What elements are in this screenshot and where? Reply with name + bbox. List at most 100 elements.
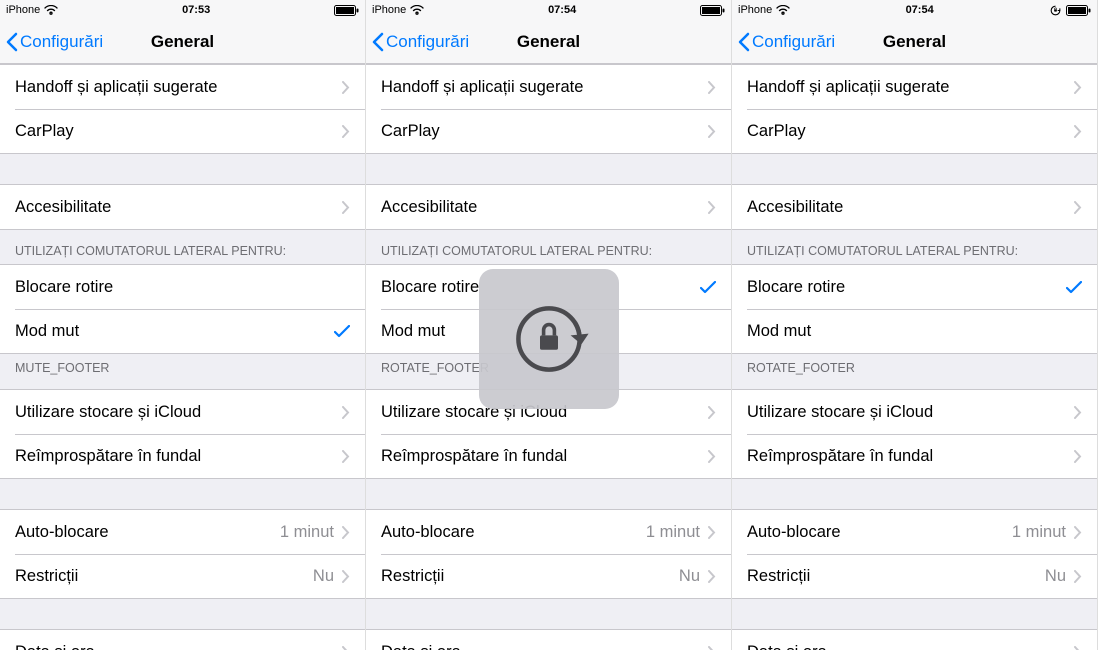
handoff-label: Handoff și aplicații sugerate	[15, 78, 342, 97]
auto-lock-row[interactable]: Auto-blocare 1 minut	[0, 510, 365, 554]
accessibility-row[interactable]: Accesibilitate	[366, 185, 731, 229]
chevron-right-icon	[342, 81, 350, 94]
accessibility-row[interactable]: Accesibilitate	[0, 185, 365, 229]
settings-list[interactable]: Handoff și aplicații sugerate CarPlay Ac…	[732, 64, 1097, 650]
bg-refresh-label: Reîmprospătare în fundal	[381, 447, 708, 466]
carrier-label: iPhone	[372, 4, 406, 16]
bg-refresh-row[interactable]: Reîmprospătare în fundal	[732, 434, 1097, 478]
chevron-right-icon	[1074, 125, 1082, 138]
carrier-label: iPhone	[6, 4, 40, 16]
chevron-right-icon	[708, 450, 716, 463]
date-time-row[interactable]: Data și ora	[0, 630, 365, 650]
chevron-right-icon	[708, 570, 716, 583]
restrictions-value: Nu	[679, 567, 700, 586]
wifi-icon	[410, 5, 424, 15]
back-label: Configurări	[752, 32, 835, 52]
carplay-label: CarPlay	[381, 122, 708, 141]
bg-refresh-label: Reîmprospătare în fundal	[747, 447, 1074, 466]
nav-bar: Configurări General	[732, 20, 1097, 64]
mute-row[interactable]: Mod mut	[732, 309, 1097, 353]
settings-list[interactable]: Handoff și aplicații sugerate CarPlay Ac…	[366, 64, 731, 650]
restrictions-value: Nu	[1045, 567, 1066, 586]
restrictions-label: Restricții	[747, 567, 1045, 586]
handoff-label: Handoff și aplicații sugerate	[381, 78, 708, 97]
mute-row[interactable]: Mod mut	[366, 309, 731, 353]
handoff-row[interactable]: Handoff și aplicații sugerate	[0, 65, 365, 109]
chevron-right-icon	[708, 81, 716, 94]
storage-row[interactable]: Utilizare stocare și iCloud	[732, 390, 1097, 434]
bg-refresh-row[interactable]: Reîmprospătare în fundal	[0, 434, 365, 478]
date-time-row[interactable]: Data și ora	[366, 630, 731, 650]
chevron-right-icon	[1074, 526, 1082, 539]
handoff-row[interactable]: Handoff și aplicații sugerate	[366, 65, 731, 109]
carplay-row[interactable]: CarPlay	[732, 109, 1097, 153]
mute-label: Mod mut	[15, 322, 334, 341]
bg-refresh-row[interactable]: Reîmprospătare în fundal	[366, 434, 731, 478]
auto-lock-value: 1 minut	[280, 523, 334, 542]
auto-lock-label: Auto-blocare	[747, 523, 1012, 542]
handoff-label: Handoff și aplicații sugerate	[747, 78, 1074, 97]
battery-icon	[1066, 5, 1091, 16]
clock: 07:54	[906, 4, 934, 16]
auto-lock-value: 1 minut	[646, 523, 700, 542]
chevron-right-icon	[342, 526, 350, 539]
status-bar: iPhone 07:53	[0, 0, 365, 20]
carplay-label: CarPlay	[15, 122, 342, 141]
auto-lock-row[interactable]: Auto-blocare 1 minut	[732, 510, 1097, 554]
side-switch-header: UTILIZAȚI COMUTATORUL LATERAL PENTRU:	[732, 230, 1097, 264]
chevron-right-icon	[342, 406, 350, 419]
restrictions-row[interactable]: Restricții Nu	[366, 554, 731, 598]
chevron-right-icon	[708, 526, 716, 539]
mute-row[interactable]: Mod mut	[0, 309, 365, 353]
chevron-right-icon	[1074, 201, 1082, 214]
rotation-lock-status-icon	[1049, 4, 1062, 17]
carplay-label: CarPlay	[747, 122, 1074, 141]
auto-lock-label: Auto-blocare	[381, 523, 646, 542]
accessibility-label: Accesibilitate	[381, 198, 708, 217]
chevron-right-icon	[1074, 81, 1082, 94]
restrictions-row[interactable]: Restricții Nu	[0, 554, 365, 598]
back-button[interactable]: Configurări	[0, 32, 103, 52]
carplay-row[interactable]: CarPlay	[0, 109, 365, 153]
chevron-right-icon	[342, 570, 350, 583]
back-button[interactable]: Configurări	[732, 32, 835, 52]
nav-bar: Configurări General	[0, 20, 365, 64]
screen-1: iPhone 07:53 Configurări General Handoff…	[0, 0, 366, 650]
chevron-right-icon	[1074, 570, 1082, 583]
lock-rotation-row[interactable]: Blocare rotire	[0, 265, 365, 309]
storage-row[interactable]: Utilizare stocare și iCloud	[0, 390, 365, 434]
accessibility-row[interactable]: Accesibilitate	[732, 185, 1097, 229]
chevron-right-icon	[342, 201, 350, 214]
status-bar: iPhone 07:54	[732, 0, 1097, 20]
auto-lock-value: 1 minut	[1012, 523, 1066, 542]
chevron-right-icon	[708, 201, 716, 214]
lock-rotation-label: Blocare rotire	[15, 278, 350, 297]
settings-list[interactable]: Handoff și aplicații sugerate CarPlay Ac…	[0, 64, 365, 650]
side-switch-header: UTILIZAȚI COMUTATORUL LATERAL PENTRU:	[0, 230, 365, 264]
restrictions-row[interactable]: Restricții Nu	[732, 554, 1097, 598]
handoff-row[interactable]: Handoff și aplicații sugerate	[732, 65, 1097, 109]
screen-3: iPhone 07:54 Configurări General Handoff…	[732, 0, 1098, 650]
check-icon	[1066, 281, 1082, 294]
date-time-label: Data și ora	[381, 643, 708, 650]
auto-lock-row[interactable]: Auto-blocare 1 minut	[366, 510, 731, 554]
back-button[interactable]: Configurări	[366, 32, 469, 52]
lock-rotation-label: Blocare rotire	[747, 278, 1066, 297]
carplay-row[interactable]: CarPlay	[366, 109, 731, 153]
date-time-row[interactable]: Data și ora	[732, 630, 1097, 650]
chevron-right-icon	[708, 406, 716, 419]
battery-icon	[334, 5, 359, 16]
check-icon	[700, 281, 716, 294]
chevron-right-icon	[342, 450, 350, 463]
storage-label: Utilizare stocare și iCloud	[15, 403, 342, 422]
chevron-right-icon	[1074, 450, 1082, 463]
bg-refresh-label: Reîmprospătare în fundal	[15, 447, 342, 466]
storage-row[interactable]: Utilizare stocare și iCloud	[366, 390, 731, 434]
chevron-right-icon	[1074, 646, 1082, 650]
lock-rotation-row[interactable]: Blocare rotire	[732, 265, 1097, 309]
storage-label: Utilizare stocare și iCloud	[747, 403, 1074, 422]
lock-rotation-label: Blocare rotire	[381, 278, 700, 297]
accessibility-label: Accesibilitate	[15, 198, 342, 217]
chevron-right-icon	[1074, 406, 1082, 419]
lock-rotation-row[interactable]: Blocare rotire	[366, 265, 731, 309]
